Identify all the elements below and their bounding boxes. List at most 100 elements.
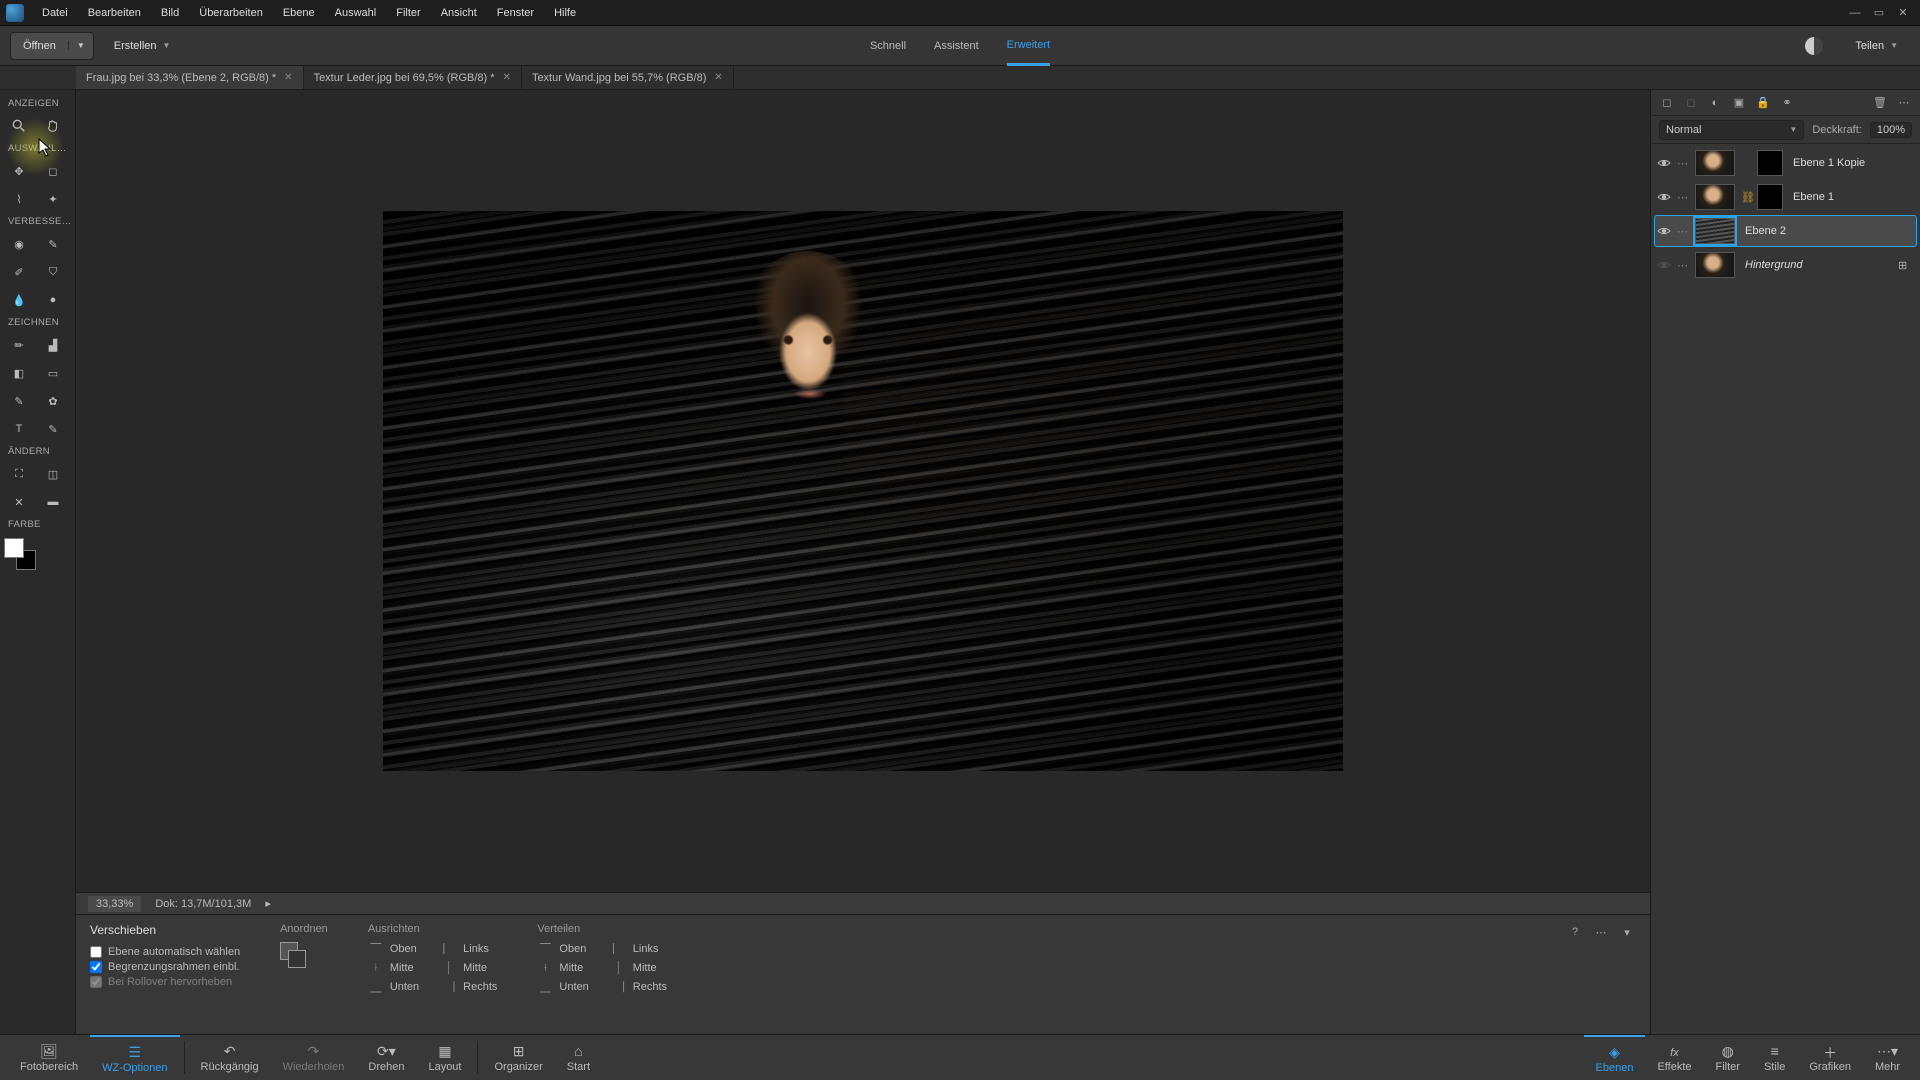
layer-thumbnail[interactable] [1695,218,1735,244]
custom-shape-tool[interactable]: ✿ [38,388,68,414]
blend-mode-select[interactable]: Normal▼ [1659,120,1804,140]
trash-icon[interactable]: 🗑 [1872,95,1888,111]
layers-button[interactable]: ◈Ebenen [1584,1035,1646,1080]
collapse-icon[interactable]: ▾ [1618,923,1636,941]
adjustment-layer-icon[interactable]: ◐ [1707,95,1723,111]
visibility-toggle[interactable] [1657,190,1671,204]
document-tab[interactable]: Textur Leder.jpg bei 69,5% (RGB/8) * ✕ [304,66,522,89]
show-bounds-checkbox[interactable]: Begrenzungsrahmen einbl. [90,961,240,973]
dist-right[interactable]: ⎹Rechts [611,980,667,994]
layer-thumbnail[interactable] [1695,150,1735,176]
help-icon[interactable]: ? [1566,923,1584,941]
layer-row[interactable]: ⋯ Ebene 2 [1655,216,1916,246]
organizer-button[interactable]: ⊞Organizer [482,1035,554,1080]
layer-mask-thumbnail[interactable] [1757,150,1783,176]
styles-button[interactable]: ≡Stile [1752,1035,1797,1080]
mode-guided[interactable]: Assistent [934,26,979,66]
close-tab-icon[interactable]: ✕ [714,72,722,83]
layer-thumbnail[interactable] [1695,252,1735,278]
mode-quick[interactable]: Schnell [870,26,906,66]
window-maximize[interactable]: ▭ [1868,5,1890,21]
pencil-tool[interactable]: ✎ [38,416,68,442]
rollover-checkbox[interactable]: Bei Rollover hervorheben [90,976,240,988]
mode-expert[interactable]: Erweitert [1007,26,1050,66]
layout-button[interactable]: ▦Layout [416,1035,473,1080]
effects-button[interactable]: fxEffekte [1645,1035,1703,1080]
zoom-tool[interactable] [4,113,34,139]
clone-tool[interactable]: ⛉ [38,259,68,285]
menu-filter[interactable]: Filter [386,3,430,23]
create-button[interactable]: Erstellen ▼ [102,40,183,52]
document-tab[interactable]: Frau.jpg bei 33,3% (Ebene 2, RGB/8) * ✕ [76,66,304,89]
new-group-icon[interactable]: ◻ [1683,95,1699,111]
link-indicator-icon[interactable]: ⛓ [1741,191,1751,204]
align-top[interactable]: ⎺Oben [368,942,419,956]
align-center[interactable]: │Mitte [441,961,497,975]
filters-button[interactable]: ◍Filter [1704,1035,1752,1080]
new-layer-icon[interactable]: ◻ [1659,95,1675,111]
layer-mask-thumbnail[interactable] [1757,184,1783,210]
align-bottom[interactable]: ⎽Unten [368,980,419,994]
window-close[interactable]: ✕ [1892,5,1914,21]
layer-row[interactable]: ⋯ ⛓ Ebene 1 [1655,182,1916,212]
dist-center[interactable]: │Mitte [611,961,667,975]
hand-tool[interactable] [38,113,68,139]
open-button[interactable]: Öffnen ▼ [10,32,94,60]
open-dropdown-arrow[interactable]: ▼ [68,41,93,50]
layer-thumbnail[interactable] [1695,184,1735,210]
zoom-readout[interactable]: 33,33% [88,896,141,912]
document-canvas[interactable] [383,211,1343,771]
brush-tool[interactable]: ✏ [4,332,34,358]
window-minimize[interactable]: — [1844,5,1866,21]
menu-file[interactable]: Datei [32,3,78,23]
lock-slot[interactable]: ⋯ [1677,259,1689,271]
layer-name[interactable]: Ebene 2 [1741,225,1914,237]
visibility-toggle[interactable] [1657,156,1671,170]
layer-name[interactable]: Ebene 1 [1789,191,1914,203]
more-icon[interactable]: ⋯ [1592,923,1610,941]
eyedropper-tool[interactable]: ✎ [4,388,34,414]
menu-image[interactable]: Bild [151,3,189,23]
photo-bin-button[interactable]: 🖼Fotobereich [8,1035,90,1080]
align-left[interactable]: ⎸Links [441,942,497,956]
lock-slot[interactable]: ⋯ [1677,191,1689,203]
status-arrow-icon[interactable]: ▸ [265,897,271,910]
menu-window[interactable]: Fenster [487,3,544,23]
tool-options-button[interactable]: ☰WZ-Optionen [90,1035,179,1080]
smart-brush-tool[interactable]: ✐ [4,259,34,285]
rotate-button[interactable]: ⟳▾Drehen [356,1035,416,1080]
auto-select-checkbox[interactable]: Ebene automatisch wählen [90,946,240,958]
blur-tool[interactable]: 💧 [4,287,34,313]
straighten-tool[interactable]: ▬ [38,489,68,515]
redo-button[interactable]: ↷Wiederholen [271,1035,357,1080]
panel-menu-icon[interactable]: ⋯ [1896,95,1912,111]
graphics-button[interactable]: ＋Grafiken [1797,1035,1863,1080]
recompose-tool[interactable]: ◫ [38,461,68,487]
color-swatches[interactable] [4,538,44,574]
layer-name[interactable]: Ebene 1 Kopie [1789,157,1914,169]
layer-row[interactable]: ⋯ Ebene 1 Kopie [1655,148,1916,178]
layer-row[interactable]: ⋯ Hintergrund ⊞ [1655,250,1916,280]
align-middle[interactable]: ⟊Mitte [368,961,419,975]
menu-select[interactable]: Auswahl [325,3,387,23]
gradient-tool[interactable]: ◧ [4,360,34,386]
crop-tool[interactable]: ⛶ [4,461,34,487]
dist-middle[interactable]: ⟊Mitte [537,961,588,975]
lock-slot[interactable]: ⋯ [1677,225,1689,237]
close-tab-icon[interactable]: ✕ [503,72,511,83]
align-right[interactable]: ⎹Rechts [441,980,497,994]
lock-slot[interactable]: ⋯ [1677,157,1689,169]
visibility-toggle[interactable] [1657,224,1671,238]
layer-name[interactable]: Hintergrund [1741,259,1892,271]
text-tool[interactable]: T [4,416,34,442]
spot-heal-tool[interactable]: ✎ [38,231,68,257]
share-button[interactable]: Teilen ▼ [1843,40,1910,52]
bucket-tool[interactable]: ▟ [38,332,68,358]
opacity-value[interactable]: 100% [1870,122,1912,138]
content-move-tool[interactable]: ✕ [4,489,34,515]
lasso-tool[interactable]: ⌇ [4,186,34,212]
home-button[interactable]: ⌂Start [555,1035,602,1080]
foreground-color[interactable] [4,538,24,558]
menu-edit[interactable]: Bearbeiten [78,3,151,23]
dist-top[interactable]: ⎺Oben [537,942,588,956]
